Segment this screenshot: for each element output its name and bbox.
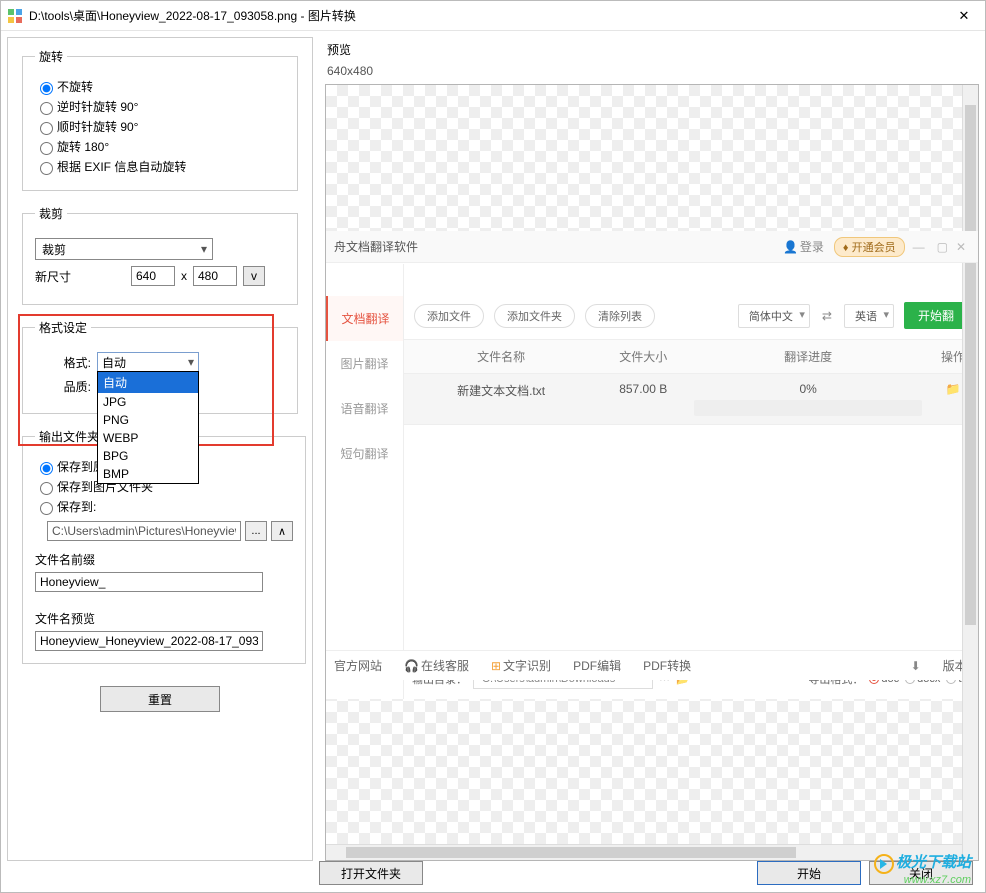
rotate-180-label: 旋转 180°	[57, 138, 109, 155]
cell-filename: 新建文本文档.txt	[404, 374, 598, 424]
source-lang-select[interactable]: 简体中文	[738, 304, 810, 328]
close-dialog-button[interactable]: 关闭	[869, 861, 973, 885]
target-lang-select[interactable]: 英语	[844, 304, 894, 328]
link-customer-service[interactable]: 🎧在线客服	[404, 657, 469, 674]
sidebar-audio-translate[interactable]: 语音翻译	[326, 386, 403, 431]
format-select[interactable]: 自动	[97, 352, 199, 372]
path-history-button[interactable]: ∧	[271, 521, 293, 541]
x-sep: x	[181, 269, 187, 283]
rotate-legend: 旋转	[35, 48, 67, 65]
inner-max-button[interactable]: ▢	[937, 240, 948, 254]
rotate-cw90-label: 顺时针旋转 90°	[57, 118, 138, 135]
format-option-bmp[interactable]: BMP	[98, 465, 198, 483]
dialog-footer: 打开文件夹 开始 关闭	[1, 858, 985, 888]
add-file-button[interactable]: 添加文件	[414, 304, 484, 328]
save-pic-radio[interactable]	[40, 482, 53, 495]
col-filesize: 文件大小	[598, 340, 688, 373]
output-legend: 输出文件夹	[35, 428, 103, 445]
format-option-auto[interactable]: 自动	[98, 372, 198, 393]
new-size-label: 新尺寸	[35, 268, 91, 285]
start-translate-button[interactable]: 开始翻	[904, 302, 968, 329]
cell-filesize: 857.00 B	[598, 374, 688, 424]
clear-list-button[interactable]: 清除列表	[585, 304, 655, 328]
table-header: 文件名称 文件大小 翻译进度 操作	[404, 340, 978, 374]
format-option-webp[interactable]: WEBP	[98, 429, 198, 447]
crop-mode-select[interactable]: 裁剪	[35, 238, 213, 260]
rotate-ccw90-radio[interactable]	[40, 102, 53, 115]
login-link[interactable]: 登录	[800, 238, 824, 255]
format-option-bpg[interactable]: BPG	[98, 447, 198, 465]
crop-group: 裁剪 裁剪 新尺寸 x v	[22, 205, 298, 305]
inner-window: 文档翻译 图片翻译 语音翻译 短句翻译 添加文件 添加文件夹 清除列表 简体中文…	[326, 231, 978, 699]
save-path-input	[47, 521, 241, 541]
titlebar: D:\tools\桌面\Honeyview_2022-08-17_093058.…	[1, 1, 985, 31]
format-legend: 格式设定	[35, 319, 91, 336]
save-orig-radio[interactable]	[40, 462, 53, 475]
inner-bottom-links: 官方网站 🎧在线客服 ⊞文字识别 PDF编辑 PDF转换 ⬇ 版本:	[326, 650, 978, 680]
preview-heading: 预览	[327, 41, 979, 58]
link-ocr[interactable]: ⊞文字识别	[491, 657, 551, 674]
preview-area: 舟文档翻译软件 👤 登录 ♦ 开通会员 — ▢ ✕ 文档翻译 图片翻译 语音翻译…	[325, 84, 979, 861]
start-button[interactable]: 开始	[757, 861, 861, 885]
sidebar-sentence-translate[interactable]: 短句翻译	[326, 431, 403, 476]
inner-app-title: 舟文档翻译软件	[334, 238, 783, 255]
ocr-icon: ⊞	[491, 659, 501, 673]
prefix-input[interactable]	[35, 572, 263, 592]
rotate-exif-label: 根据 EXIF 信息自动旋转	[57, 158, 186, 175]
rotate-exif-radio[interactable]	[40, 162, 53, 175]
open-folder-button[interactable]: 打开文件夹	[319, 861, 423, 885]
quality-label: 品质:	[35, 378, 91, 395]
inner-titlebar: 舟文档翻译软件 👤 登录 ♦ 开通会员 — ▢ ✕	[326, 231, 978, 263]
progress-bar	[694, 400, 922, 416]
link-official-site[interactable]: 官方网站	[334, 657, 382, 674]
rotate-group: 旋转 不旋转 逆时针旋转 90° 顺时针旋转 90° 旋转 180° 根据 EX…	[22, 48, 298, 191]
link-pdf-convert[interactable]: PDF转换	[643, 657, 691, 674]
download-icon[interactable]: ⬇	[911, 659, 921, 673]
rotate-none-label: 不旋转	[57, 78, 93, 95]
name-preview-field	[35, 631, 263, 651]
format-dropdown-list: 自动 JPG PNG WEBP BPG BMP	[97, 371, 199, 484]
preview-vertical-scrollbar[interactable]	[962, 85, 978, 860]
size-preset-button[interactable]: v	[243, 266, 265, 286]
rotate-180-radio[interactable]	[40, 142, 53, 155]
browse-button[interactable]: ...	[245, 521, 267, 541]
col-progress: 翻译进度	[688, 340, 928, 373]
format-label: 格式:	[35, 354, 91, 371]
table-row[interactable]: 新建文本文档.txt 857.00 B 0% 📁	[404, 374, 978, 425]
rotate-cw90-radio[interactable]	[40, 122, 53, 135]
headset-icon: 🎧	[404, 659, 419, 673]
format-option-jpg[interactable]: JPG	[98, 393, 198, 411]
rotate-ccw90-label: 逆时针旋转 90°	[57, 98, 138, 115]
reset-button[interactable]: 重置	[100, 686, 220, 712]
name-preview-label: 文件名预览	[35, 610, 293, 627]
sidebar-doc-translate[interactable]: 文档翻译	[326, 296, 403, 341]
col-filename: 文件名称	[404, 340, 598, 373]
preview-dimensions: 640x480	[327, 64, 979, 78]
vip-badge[interactable]: ♦ 开通会员	[834, 237, 905, 257]
rotate-none-radio[interactable]	[40, 82, 53, 95]
crop-legend: 裁剪	[35, 205, 67, 222]
cell-progress: 0%	[688, 374, 928, 424]
link-pdf-edit[interactable]: PDF编辑	[573, 657, 621, 674]
width-input[interactable]	[131, 266, 175, 286]
save-to-label: 保存到:	[57, 498, 96, 515]
inner-toolbar: 添加文件 添加文件夹 清除列表 简体中文 ⇄ 英语 开始翻	[404, 294, 978, 340]
inner-min-button[interactable]: —	[913, 240, 925, 254]
save-to-radio[interactable]	[40, 502, 53, 515]
window-title: D:\tools\桌面\Honeyview_2022-08-17_093058.…	[29, 7, 949, 24]
inner-sidebar: 文档翻译 图片翻译 语音翻译 短句翻译	[326, 264, 404, 699]
inner-close-button[interactable]: ✕	[956, 240, 966, 254]
close-button[interactable]: ✕	[949, 8, 979, 24]
app-icon	[7, 8, 23, 24]
swap-langs-button[interactable]: ⇄	[820, 309, 834, 323]
format-group: 格式设定 格式: 自动 自动 JPG PNG WEBP BPG BMP	[22, 319, 298, 414]
sidebar-img-translate[interactable]: 图片翻译	[326, 341, 403, 386]
user-icon: 👤	[783, 240, 798, 254]
add-folder-button[interactable]: 添加文件夹	[494, 304, 575, 328]
prefix-label: 文件名前缀	[35, 551, 293, 568]
height-input[interactable]	[193, 266, 237, 286]
format-option-png[interactable]: PNG	[98, 411, 198, 429]
